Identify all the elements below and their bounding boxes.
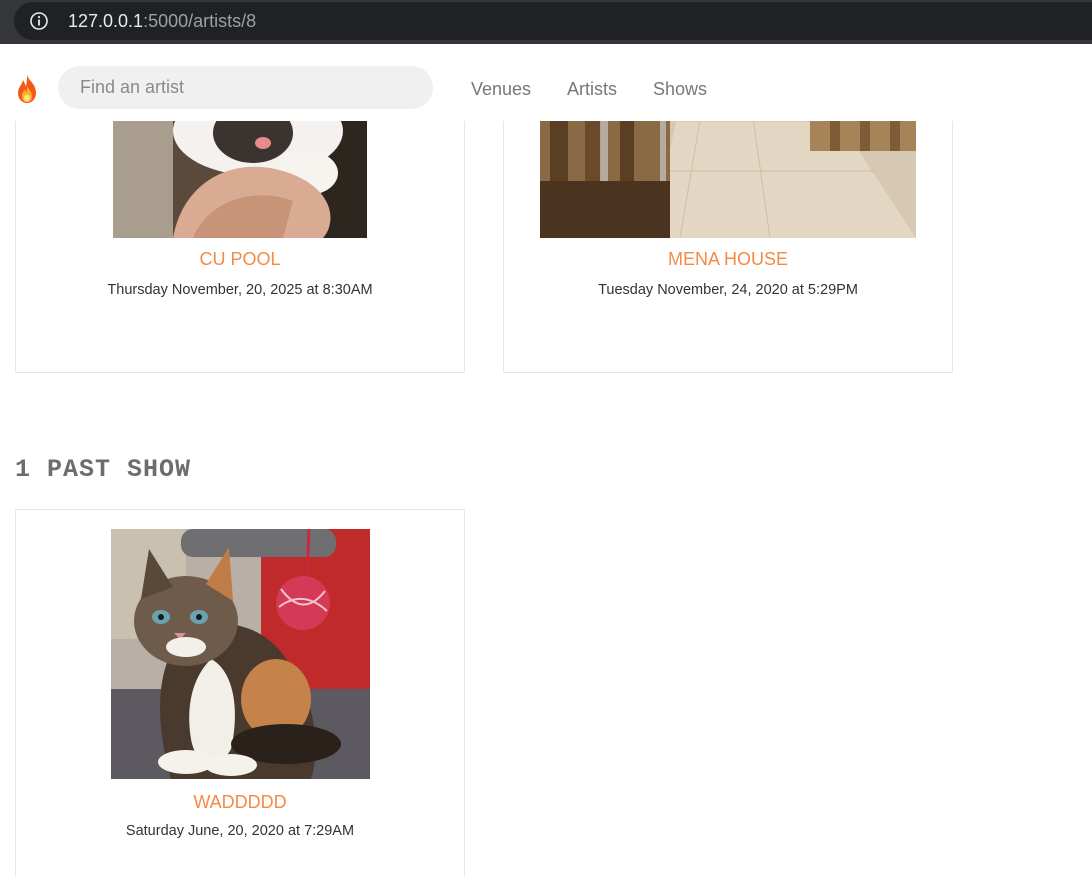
venue-link[interactable]: WADDDDD	[16, 791, 464, 813]
url-host: 127.0.0.1	[68, 11, 144, 31]
site-info-icon[interactable]	[29, 11, 49, 31]
show-date: Thursday November, 20, 2025 at 8:30AM	[107, 282, 373, 298]
show-date: Saturday June, 20, 2020 at 7:29AM	[125, 823, 355, 839]
past-shows-heading: 1 PAST SHOW	[15, 455, 192, 484]
url-path: :5000/artists/8	[143, 11, 257, 31]
show-date: Tuesday November, 24, 2020 at 5:29PM	[598, 282, 858, 298]
browser-address-bar: 127.0.0.1:5000/artists/8	[0, 0, 1092, 44]
nav-link-artists[interactable]: Artists	[567, 78, 617, 100]
page-content: CU POOL Thursday November, 20, 2025 at 8…	[0, 0, 1092, 877]
search-artist-input[interactable]	[58, 66, 433, 109]
show-card-waddddd: WADDDDD Saturday June, 20, 2020 at 7:29A…	[15, 509, 465, 877]
navbar: Venues Artists Shows	[0, 44, 1092, 121]
venue-link[interactable]: CU POOL	[16, 248, 464, 270]
url-text[interactable]: 127.0.0.1:5000/artists/8	[68, 10, 256, 32]
flame-logo-icon[interactable]	[15, 74, 39, 104]
venue-image-calico-kitten[interactable]	[111, 529, 370, 779]
nav-link-shows[interactable]: Shows	[653, 78, 707, 100]
nav-link-venues[interactable]: Venues	[471, 78, 531, 100]
calico-kitten-image	[111, 529, 370, 779]
venue-link[interactable]: MENA HOUSE	[504, 248, 952, 270]
